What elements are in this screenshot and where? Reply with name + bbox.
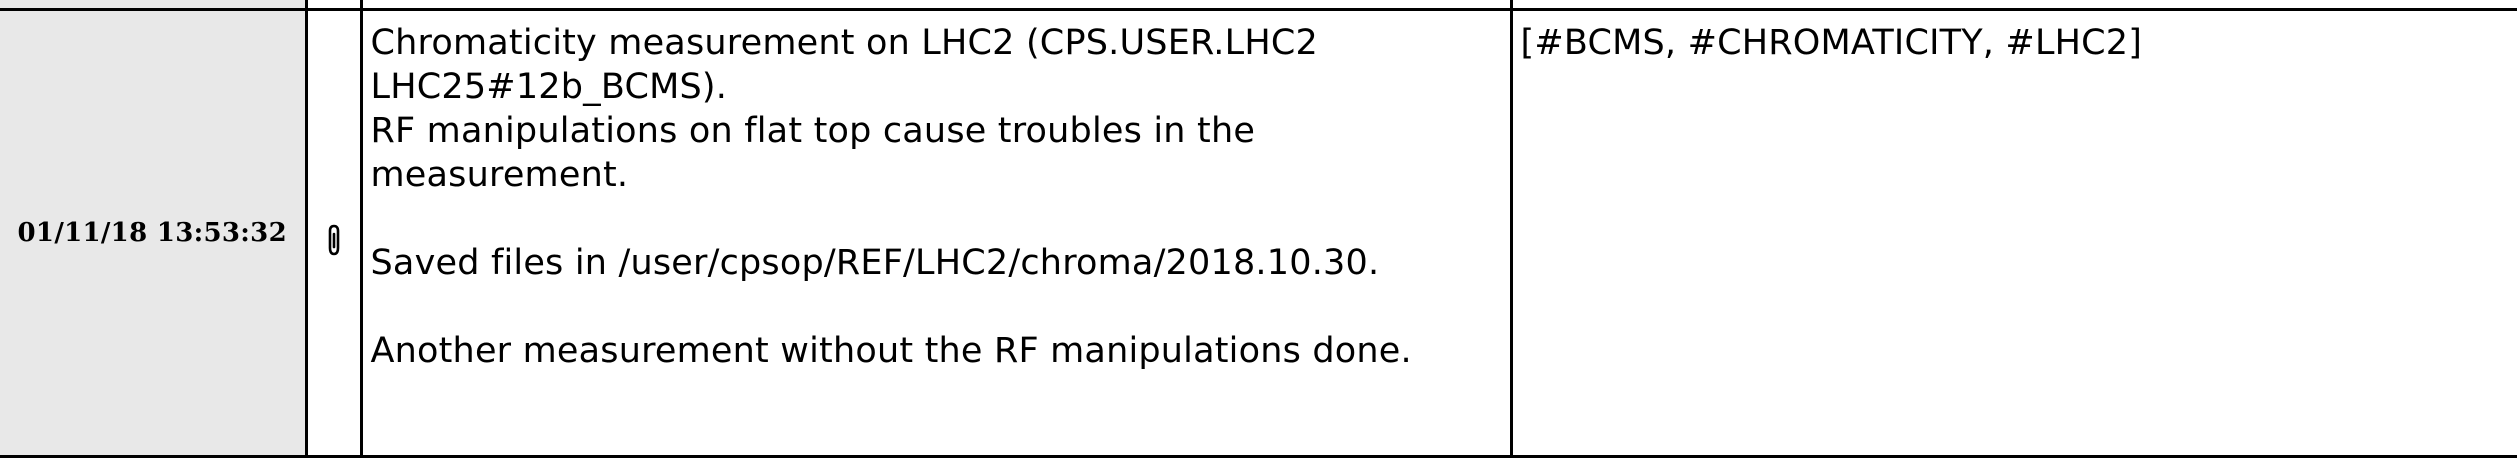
logbook-table: 01/11/18 13:53:32 Chromaticity measureme…	[0, 0, 2517, 458]
comment-cell: Chromaticity measurement on LHC2 (CPS.US…	[361, 10, 1511, 457]
entry-tags: [#BCMS, #CHROMATICITY, #LHC2]	[1521, 21, 2517, 65]
comment-line: RF manipulations on flat top cause troub…	[371, 109, 1510, 153]
previous-tags-cell	[1511, 0, 2517, 10]
comment-line: measurement.	[371, 153, 1510, 197]
date-cell[interactable]: 01/11/18 13:53:32	[0, 10, 306, 457]
tags-cell: [#BCMS, #CHROMATICITY, #LHC2]	[1511, 10, 2517, 457]
paragraph-gap	[371, 285, 1510, 329]
previous-attachment-cell	[306, 0, 361, 10]
comment-line: LHC25#12b_BCMS).	[371, 65, 1510, 109]
attachment-cell[interactable]	[306, 10, 361, 457]
logbook-entry-row[interactable]: 01/11/18 13:53:32 Chromaticity measureme…	[0, 10, 2517, 457]
paragraph-gap	[371, 197, 1510, 241]
previous-comment-cell	[361, 0, 1511, 10]
comment-line: Another measurement without the RF manip…	[371, 329, 1510, 373]
comment-line: Saved files in /user/cpsop/REF/LHC2/chro…	[371, 241, 1510, 285]
paperclip-icon[interactable]	[323, 223, 345, 257]
comment-line: Chromaticity measurement on LHC2 (CPS.US…	[371, 21, 1510, 65]
entry-timestamp[interactable]: 01/11/18 13:53:32	[18, 218, 287, 248]
previous-entry-row-edge	[0, 0, 2517, 10]
previous-date-cell	[0, 0, 306, 10]
